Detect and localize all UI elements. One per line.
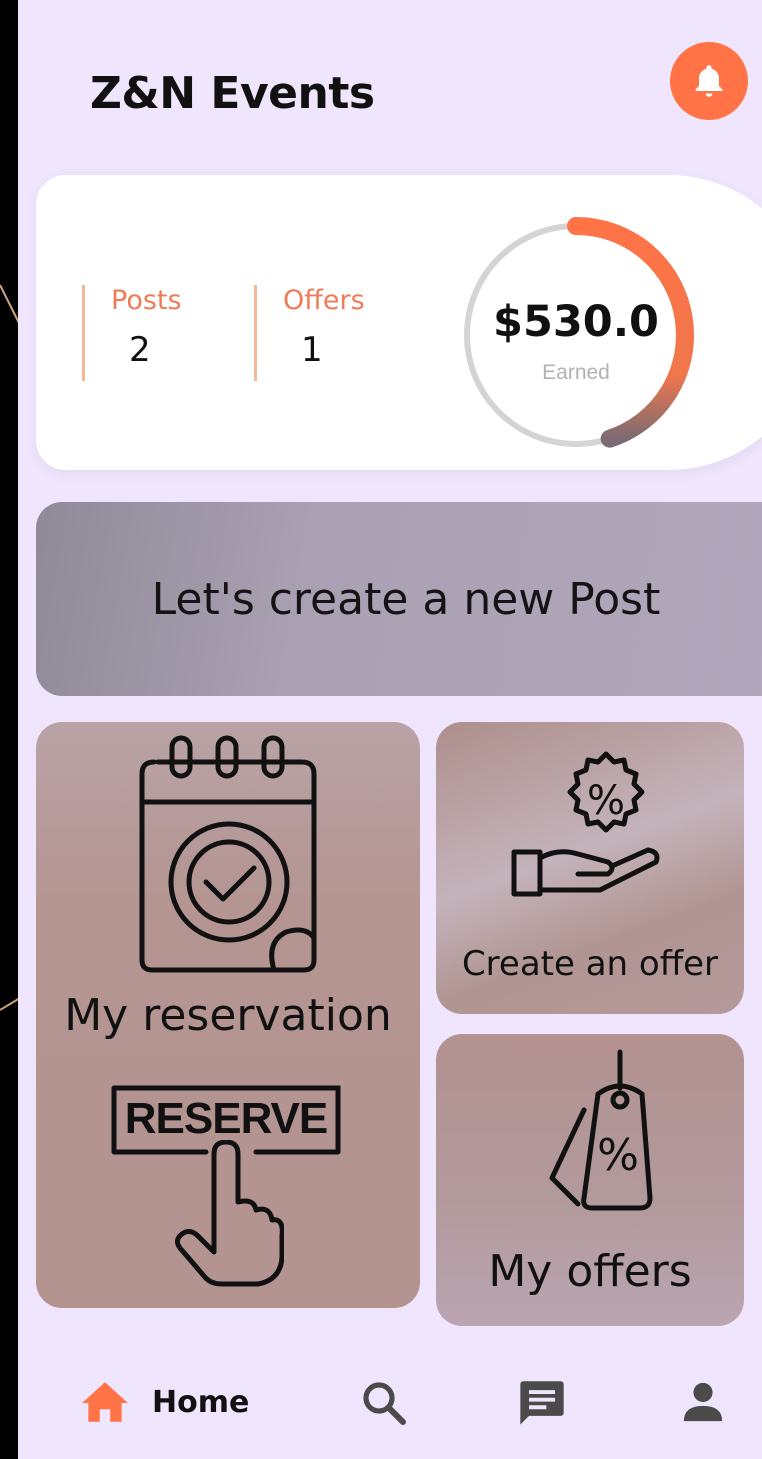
my-reservation-tile[interactable]: My reservation RESERVE <box>36 722 420 1308</box>
calendar-check-icon <box>139 735 317 973</box>
posts-stat[interactable]: Posts 2 <box>82 285 182 381</box>
my-offers-label: My offers <box>488 1246 692 1297</box>
price-tag-icon: % <box>549 1049 653 1211</box>
my-offers-tile[interactable]: % My offers <box>436 1034 744 1326</box>
nav-home[interactable]: Home <box>80 1380 249 1424</box>
create-offer-label: Create an offer <box>461 944 719 984</box>
offer-badge-symbol: % <box>587 778 625 824</box>
chat-icon[interactable] <box>516 1378 568 1430</box>
bottom-navigation: Home <box>18 1360 762 1459</box>
create-offer-tile[interactable]: % Create an offer <box>436 722 744 1014</box>
offer-hand-icon: % <box>511 751 660 897</box>
reserve-sign-text: RESERVE <box>124 1094 329 1143</box>
create-post-button[interactable]: Let's create a new Post <box>36 502 762 696</box>
offers-count: 1 <box>301 330 323 370</box>
home-icon <box>82 1382 128 1422</box>
home-screen: Z&N Events Posts 2 Offers 1 $530.0 Earne… <box>18 0 762 1459</box>
earned-amount: $530.0 <box>493 297 659 347</box>
earned-label: Earned <box>542 361 610 384</box>
notification-button[interactable] <box>670 42 748 120</box>
profile-icon[interactable] <box>680 1378 726 1426</box>
tag-symbol: % <box>597 1130 639 1181</box>
my-reservation-label: My reservation <box>64 990 392 1041</box>
offers-label: Offers <box>283 285 365 316</box>
nav-home-label: Home <box>152 1384 250 1420</box>
app-title: Z&N Events <box>90 68 375 119</box>
search-icon[interactable] <box>360 1378 408 1428</box>
offers-stat[interactable]: Offers 1 <box>254 285 365 381</box>
posts-count: 2 <box>129 330 151 370</box>
posts-label: Posts <box>111 285 182 316</box>
hand-pointer-icon <box>174 1140 284 1287</box>
create-post-label: Let's create a new Post <box>151 573 661 625</box>
bell-icon <box>695 65 723 97</box>
stats-card: Posts 2 Offers 1 $530.0 Earned <box>36 175 762 470</box>
